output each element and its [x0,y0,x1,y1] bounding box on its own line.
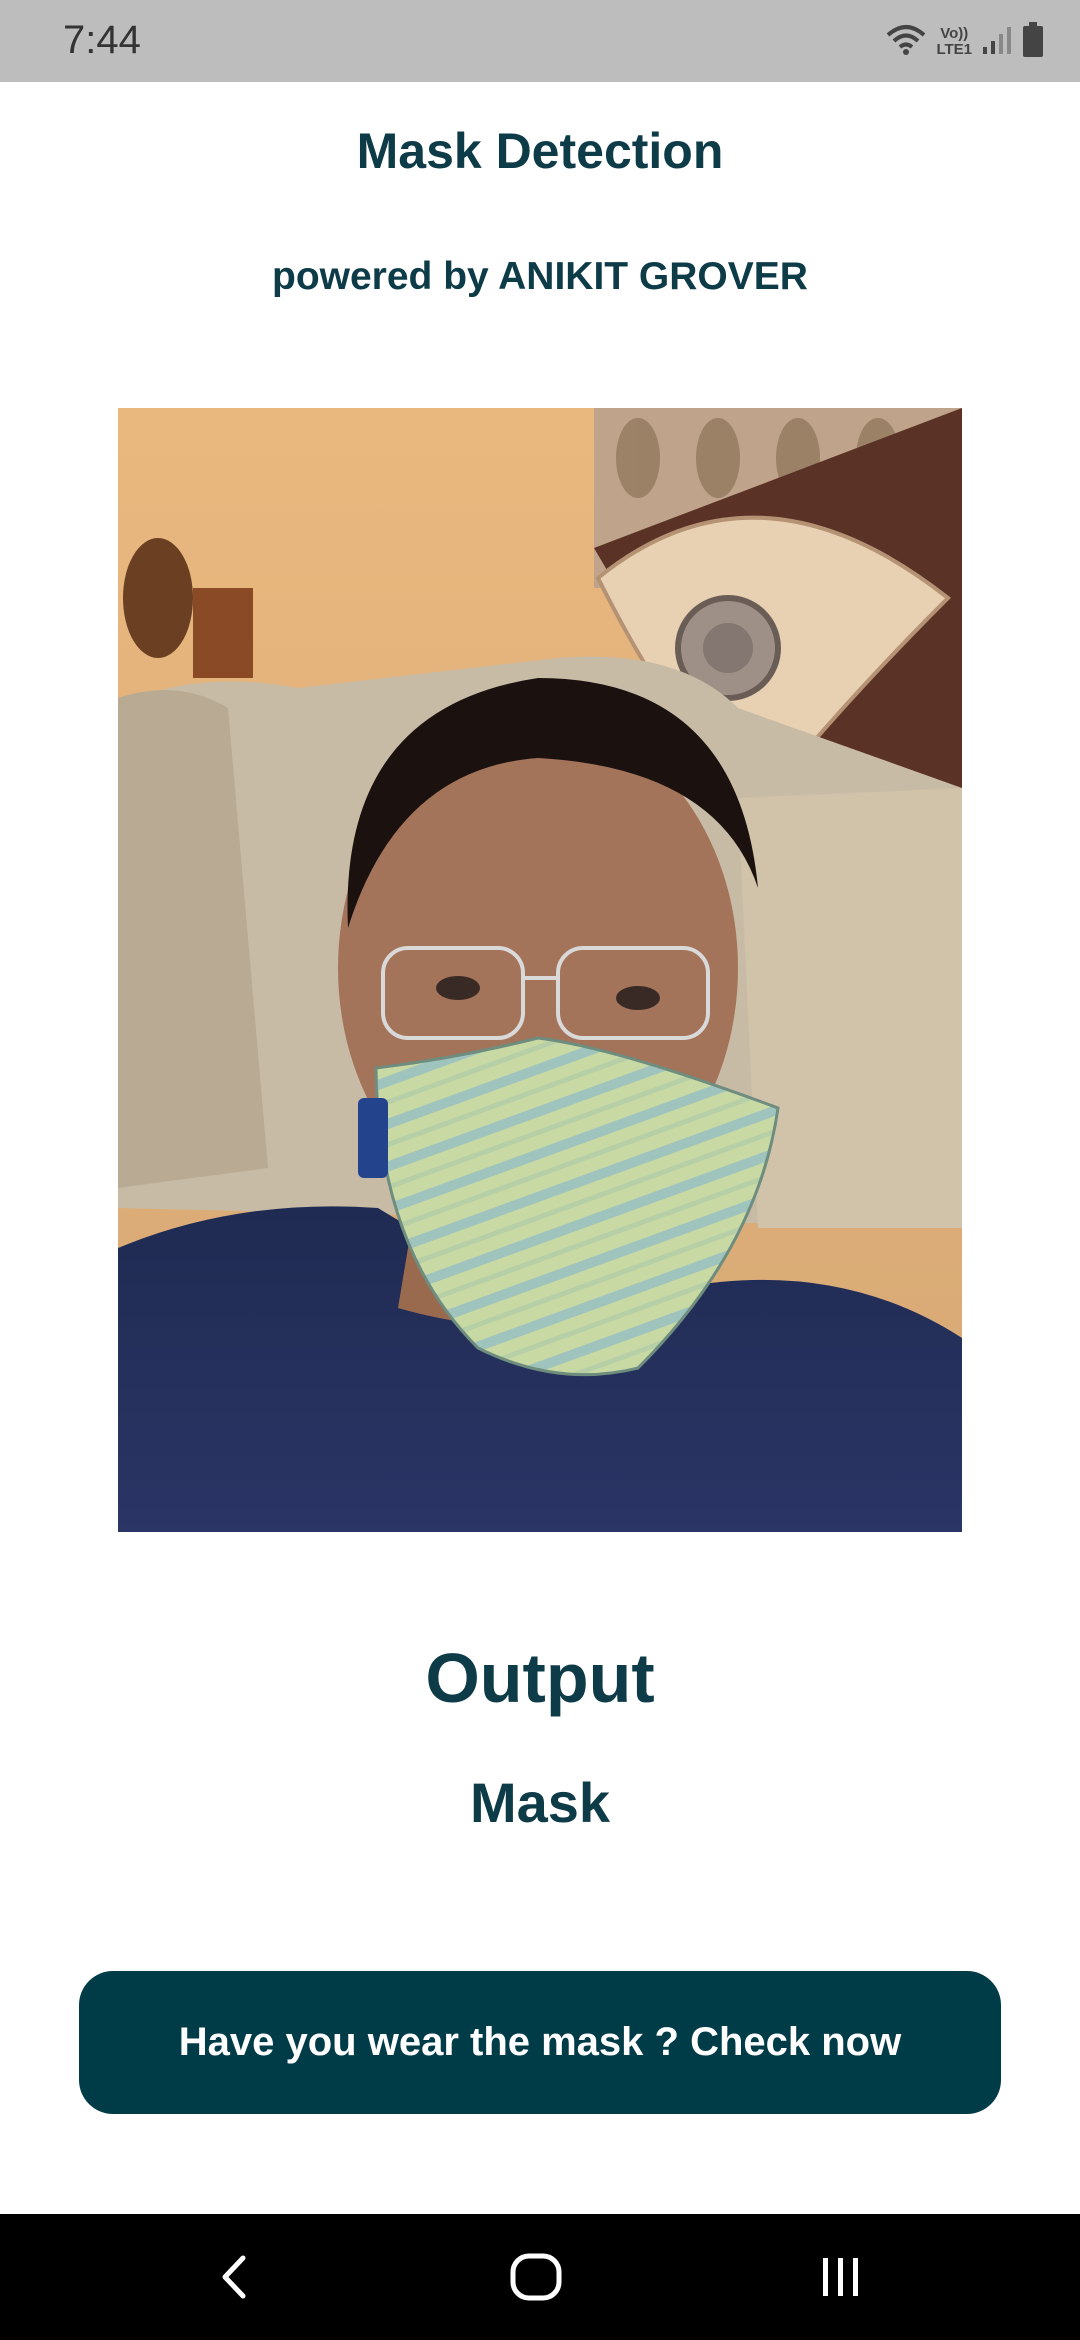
battery-icon [1022,21,1044,63]
home-icon[interactable] [496,2247,576,2307]
captured-photo [118,408,962,1532]
check-now-button[interactable]: Have you wear the mask ? Check now [79,1971,1001,2114]
recents-icon[interactable] [800,2247,880,2307]
volte-icon: Vo)) LTE1 [936,25,972,58]
navigation-bar [0,2214,1080,2340]
status-icons: Vo)) LTE1 [886,20,1044,64]
signal-icon [982,25,1012,60]
wifi-icon [886,23,926,62]
output-result: Mask [469,1771,611,1834]
page-subtitle: powered by ANIKIT GROVER [272,255,808,298]
output-heading: Output [425,1639,655,1717]
status-bar: 7:44 Vo)) LTE1 [0,0,1080,82]
back-icon[interactable] [195,2247,275,2307]
status-time: 7:44 [63,18,141,62]
page-title: Mask Detection [356,123,724,179]
